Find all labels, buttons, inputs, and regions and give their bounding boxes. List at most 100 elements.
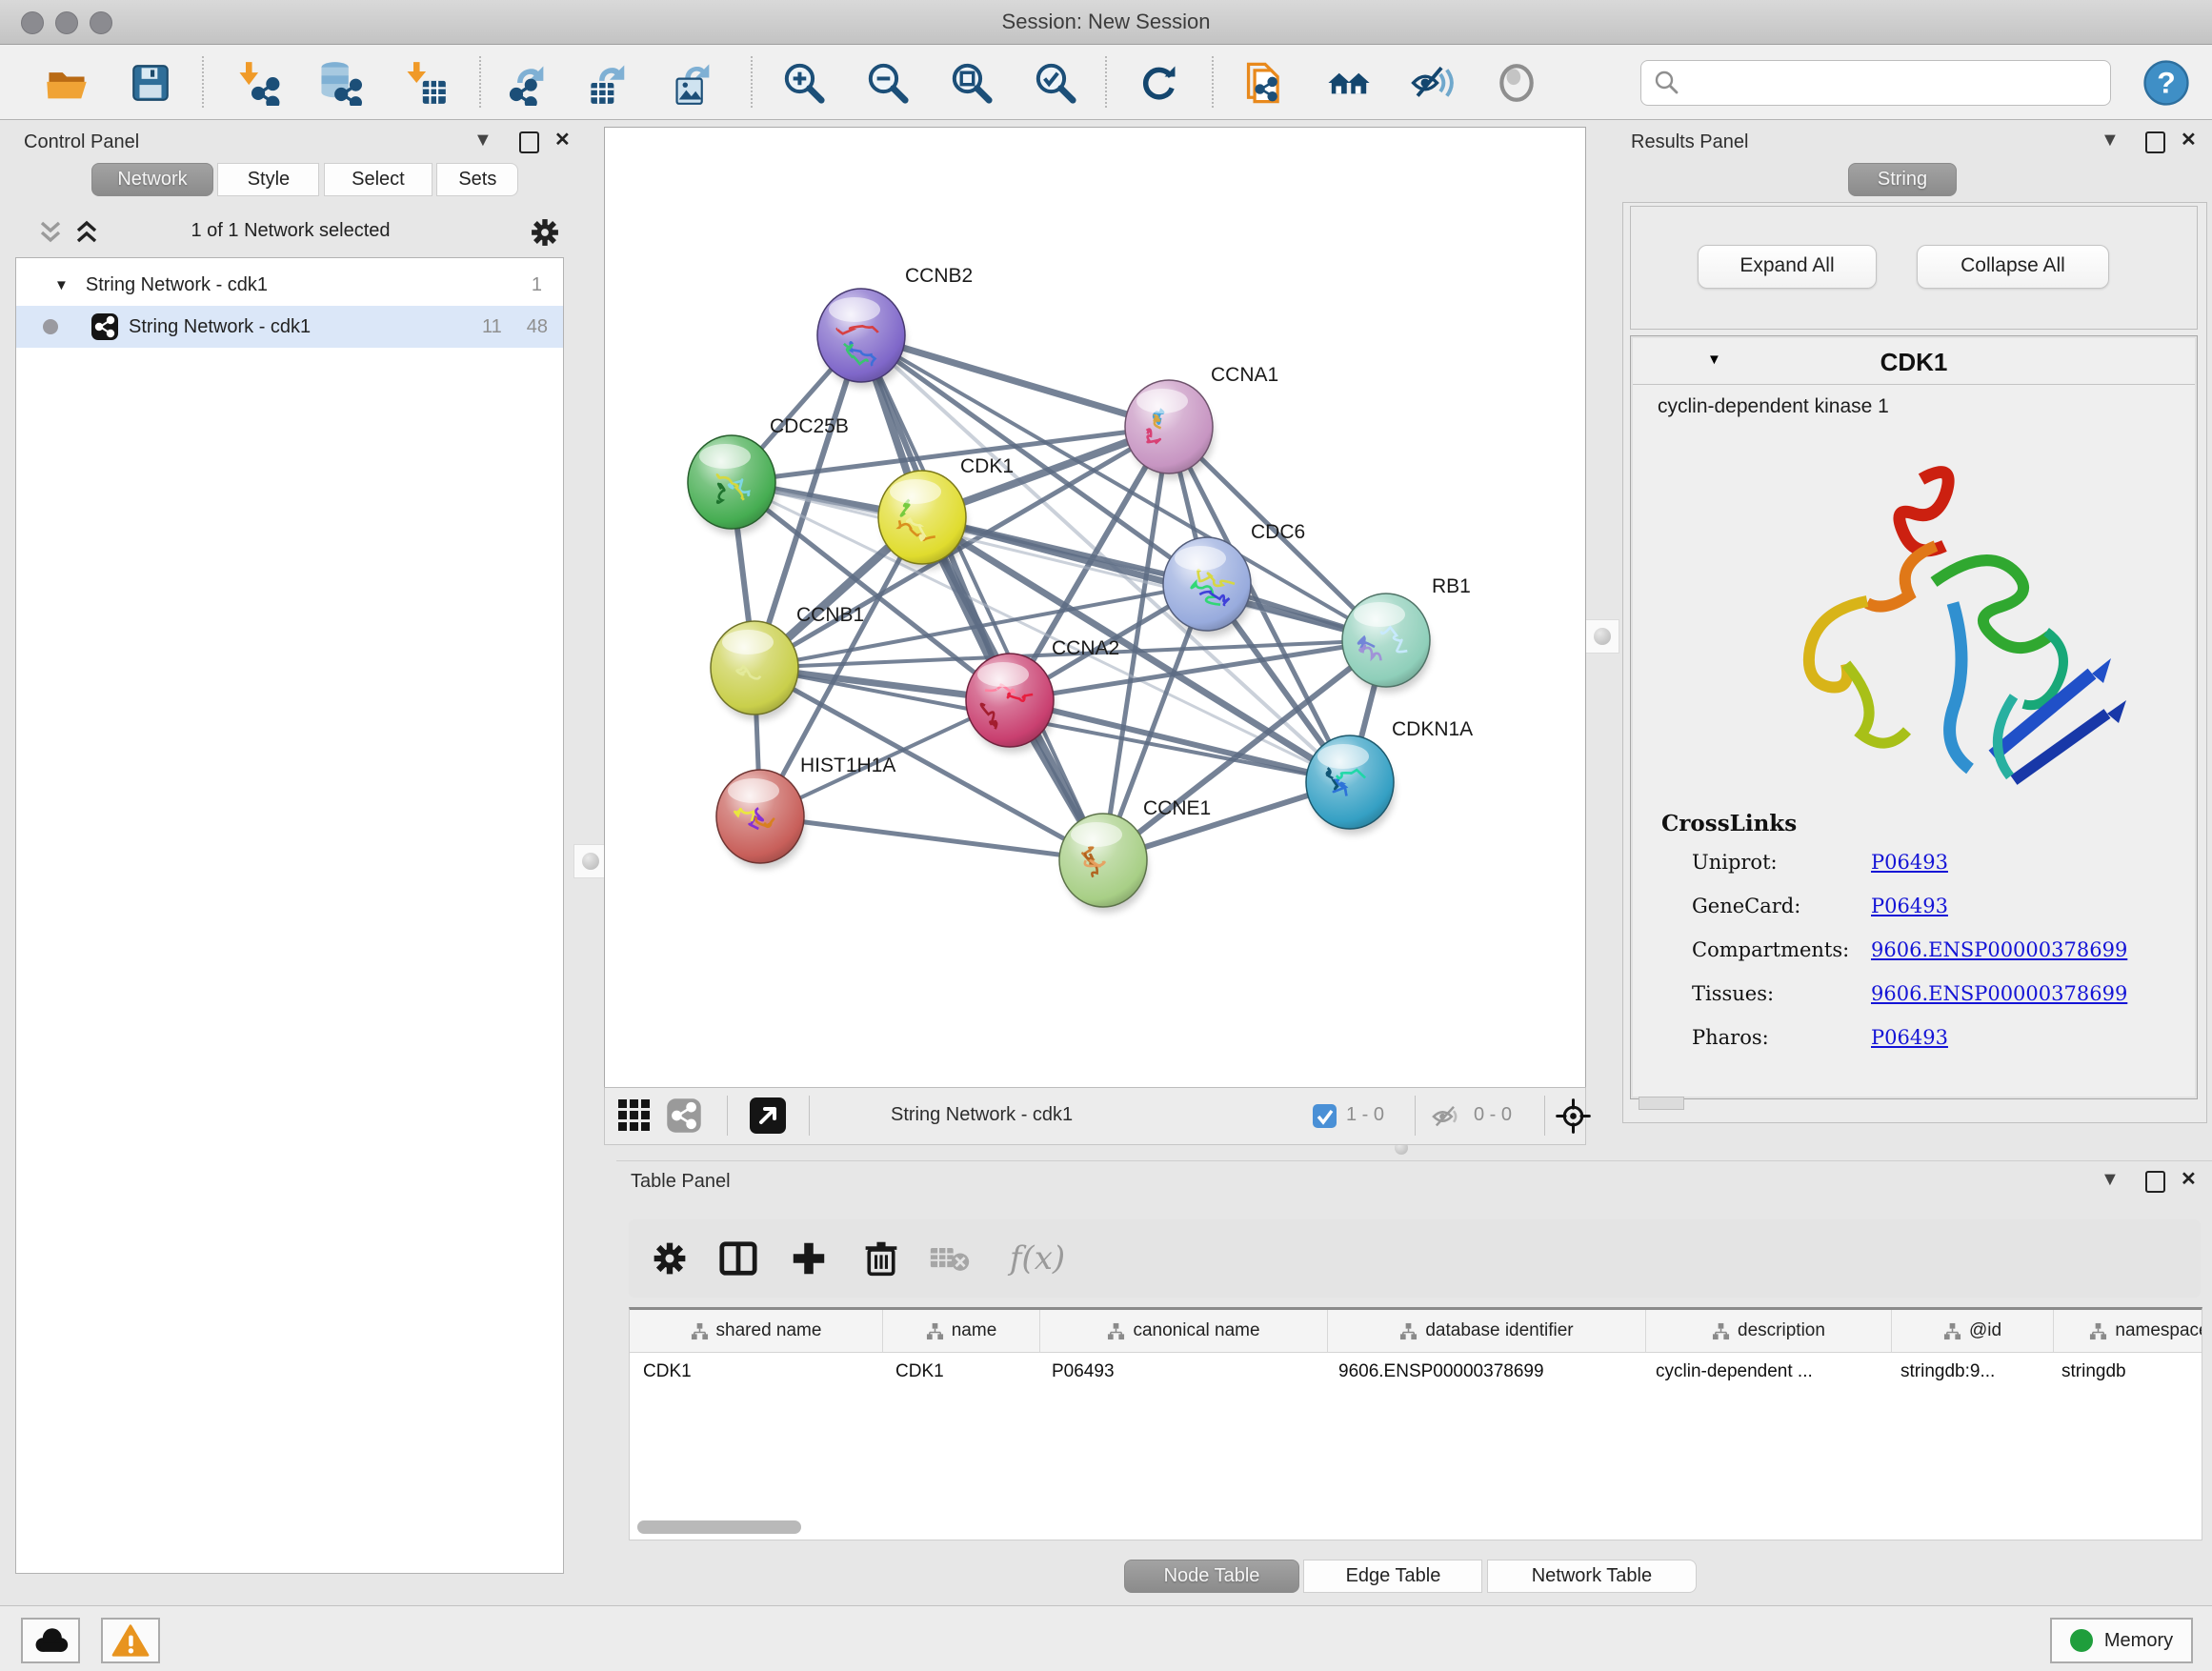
network-bullet-icon <box>43 319 58 334</box>
svg-text:CDC6: CDC6 <box>1251 521 1305 543</box>
save-session-button[interactable] <box>126 58 175 108</box>
save-icon <box>129 61 172 105</box>
close-panel-icon[interactable]: ✕ <box>554 130 571 151</box>
column-header-shared-name[interactable]: shared name <box>630 1310 883 1352</box>
float-panel-icon[interactable] <box>519 131 539 153</box>
float-panel-icon[interactable] <box>2145 1171 2165 1193</box>
delete-table-button-disabled[interactable] <box>926 1235 974 1282</box>
open-session-button[interactable] <box>42 58 91 108</box>
delete-column-button[interactable] <box>857 1235 905 1282</box>
gear-icon[interactable] <box>529 216 561 249</box>
search-field[interactable] <box>1640 60 2111 106</box>
network-collection-row[interactable]: ▼ String Network - cdk1 1 <box>16 264 563 306</box>
fit-center-crosshair-icon[interactable] <box>1556 1098 1591 1134</box>
selected-checkbox-icon[interactable] <box>1312 1103 1337 1129</box>
selected-counts: 1 - 0 <box>1346 1104 1384 1126</box>
column-header-@id[interactable]: @id <box>1892 1310 2054 1352</box>
help-button[interactable]: ? <box>2142 58 2191 108</box>
export-table-button[interactable] <box>585 58 634 108</box>
zoom-selected-button[interactable] <box>1031 58 1080 108</box>
crosslink-row: GeneCard:P06493 <box>1631 885 2197 929</box>
status-bar: Memory <box>0 1605 2212 1671</box>
network-overview-icon[interactable] <box>666 1097 702 1134</box>
tab-string[interactable]: String <box>1848 163 1957 196</box>
table-body: CDK1CDK1P064939606.ENSP00000378699cyclin… <box>630 1353 2202 1391</box>
card-scrollbar-piece[interactable] <box>1639 1097 1684 1110</box>
import-table-button[interactable] <box>400 58 450 108</box>
zoom-in-button[interactable] <box>779 58 829 108</box>
tab-style[interactable]: Style <box>217 163 319 196</box>
warnings-button[interactable] <box>101 1618 160 1663</box>
close-panel-icon[interactable]: ✕ <box>2181 130 2197 151</box>
close-panel-icon[interactable]: ✕ <box>2181 1169 2197 1190</box>
tab-node-table[interactable]: Node Table <box>1124 1560 1299 1593</box>
export-image-icon <box>671 60 716 106</box>
expand-all-button[interactable]: Expand All <box>1698 245 1877 289</box>
column-header-namespace[interactable]: namespace <box>2054 1310 2202 1352</box>
expander-down-icon[interactable]: ▼ <box>54 277 69 293</box>
tab-network-table[interactable]: Network Table <box>1487 1560 1697 1593</box>
hidden-eye-slash-icon[interactable] <box>1430 1101 1462 1132</box>
gene-entry-header[interactable]: ▼ CDK1 <box>1633 338 2195 385</box>
svg-text:CDK1: CDK1 <box>960 455 1014 477</box>
network-graph[interactable]: CCNB2CCNA1CDC25BCDK1CDC6RB1CCNB1CCNA2CDK… <box>605 128 1585 1087</box>
tab-network[interactable]: Network <box>91 163 213 196</box>
crosslink-row: Tissues:9606.ENSP00000378699 <box>1631 973 2197 1017</box>
table-settings-button[interactable] <box>646 1235 694 1282</box>
right-splitter-handle[interactable] <box>1585 619 1619 654</box>
crosslink-link[interactable]: 9606.ENSP00000378699 <box>1871 982 2127 1005</box>
table-row[interactable]: CDK1CDK1P064939606.ENSP00000378699cyclin… <box>630 1353 2202 1391</box>
crosslink-row: Compartments:9606.ENSP00000378699 <box>1631 929 2197 973</box>
memory-button[interactable]: Memory <box>2050 1618 2193 1663</box>
column-header-description[interactable]: description <box>1646 1310 1892 1352</box>
network-row[interactable]: String Network - cdk1 11 48 <box>16 306 563 348</box>
crosslink-link[interactable]: 9606.ENSP00000378699 <box>1871 938 2127 961</box>
left-splitter-handle[interactable] <box>573 844 608 878</box>
table-cell: CDK1 <box>630 1353 882 1391</box>
collapse-panel-icon[interactable]: ▼ <box>2101 130 2120 151</box>
memory-status-icon <box>2070 1629 2093 1652</box>
collapse-panel-icon[interactable]: ▼ <box>473 130 493 151</box>
crosslink-link[interactable]: P06493 <box>1871 1026 1948 1049</box>
delete-table-icon <box>929 1240 971 1277</box>
hide-results-button[interactable] <box>1408 58 1458 108</box>
column-type-icon <box>1943 1322 1961 1340</box>
collapse-panel-icon[interactable]: ▼ <box>2101 1169 2120 1190</box>
home-networks-button[interactable] <box>1324 58 1374 108</box>
show-columns-button[interactable] <box>714 1235 762 1282</box>
eye-slash-waves-icon <box>1409 59 1457 107</box>
svg-text:?: ? <box>2157 66 2175 100</box>
warning-icon <box>111 1623 150 1658</box>
export-network-button[interactable] <box>503 58 553 108</box>
svg-text:CCNE1: CCNE1 <box>1143 797 1211 819</box>
birds-eye-grid-icon[interactable] <box>616 1097 653 1134</box>
function-builder-button-disabled[interactable]: f(x) <box>995 1235 1080 1282</box>
network-from-file-button[interactable] <box>1240 58 1290 108</box>
horizontal-scrollbar[interactable] <box>637 1520 801 1534</box>
node-table[interactable]: shared namenamecanonical namedatabase id… <box>629 1307 2202 1540</box>
create-column-button[interactable] <box>785 1235 833 1282</box>
crosslink-link[interactable]: P06493 <box>1871 851 1948 874</box>
import-network-file-button[interactable] <box>232 58 282 108</box>
network-canvas[interactable]: CCNB2CCNA1CDC25BCDK1CDC6RB1CCNB1CCNA2CDK… <box>604 127 1586 1088</box>
zoom-fit-button[interactable] <box>947 58 996 108</box>
control-panel-tabs: Network Style Select Sets <box>91 163 518 196</box>
export-image-button[interactable] <box>669 58 718 108</box>
zoom-out-button[interactable] <box>863 58 913 108</box>
column-header-name[interactable]: name <box>883 1310 1040 1352</box>
import-network-database-button[interactable] <box>314 58 364 108</box>
tab-edge-table[interactable]: Edge Table <box>1303 1560 1482 1593</box>
detach-view-button[interactable] <box>750 1097 786 1134</box>
tab-select[interactable]: Select <box>324 163 432 196</box>
import-table-icon <box>402 60 448 106</box>
search-input[interactable] <box>1689 71 2110 95</box>
column-header-canonical-name[interactable]: canonical name <box>1040 1310 1328 1352</box>
float-panel-icon[interactable] <box>2145 131 2165 153</box>
column-header-database-identifier[interactable]: database identifier <box>1328 1310 1646 1352</box>
refresh-button[interactable] <box>1134 58 1183 108</box>
cloud-button[interactable] <box>21 1618 80 1663</box>
show-glass-ball-button[interactable] <box>1492 58 1541 108</box>
tab-sets[interactable]: Sets <box>436 163 518 196</box>
collapse-all-button[interactable]: Collapse All <box>1917 245 2109 289</box>
crosslink-link[interactable]: P06493 <box>1871 895 1948 917</box>
